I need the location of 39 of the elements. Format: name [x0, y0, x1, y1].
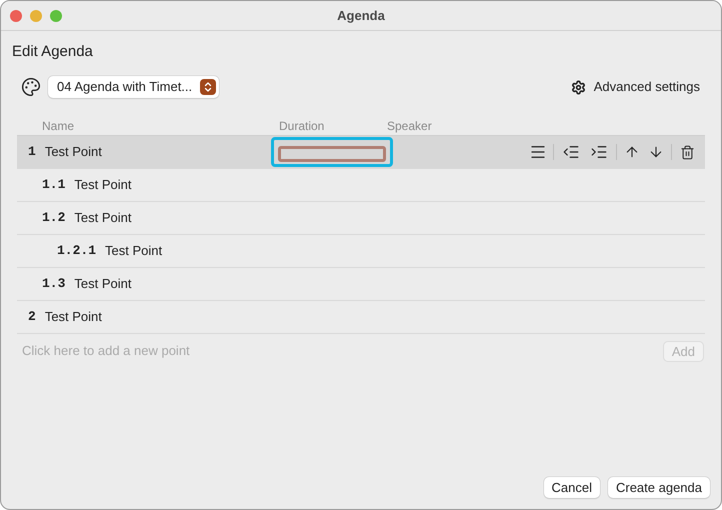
point-number: 2	[28, 308, 36, 326]
column-header: Name	[42, 118, 76, 135]
agenda-row[interactable]: 1.3 Test Point	[17, 268, 705, 301]
move-up-icon[interactable]	[624, 144, 640, 160]
point-name: Test Point	[44, 308, 102, 326]
agenda-row[interactable]: 1.2.1 Test Point	[17, 235, 705, 268]
point-name: Test Point	[74, 209, 132, 228]
point-name: Test Point	[74, 275, 132, 294]
point-number: 1	[28, 143, 36, 162]
duration-field[interactable]	[271, 137, 393, 167]
agenda-row[interactable]: 1.1 Test Point	[17, 169, 705, 202]
point-number: 1.2	[42, 209, 66, 228]
dialog-button[interactable]: Create agenda	[608, 477, 710, 498]
indent-icon[interactable]	[590, 143, 608, 161]
point-number: 1.2.1	[57, 242, 96, 260]
dialog-heading: Edit Agenda	[12, 43, 93, 60]
column-header: Speaker	[387, 118, 432, 135]
settings-icon	[570, 80, 586, 94]
point-name: Test Point	[44, 143, 102, 162]
delete-icon[interactable]	[680, 144, 695, 160]
stepper-icon	[200, 79, 216, 95]
column-header: Duration	[279, 118, 326, 135]
advanced-settings-button[interactable]: Advanced settings	[570, 77, 701, 97]
agenda-row[interactable]: 2 Test Point	[17, 301, 705, 334]
point-number: 1.1	[42, 176, 66, 194]
template-dropdown[interactable]: 04 Agenda with Timet...	[48, 76, 220, 98]
move-down-icon[interactable]	[648, 144, 664, 160]
outdent-icon[interactable]	[562, 143, 580, 161]
dialog-button[interactable]: Cancel	[544, 477, 600, 498]
new-point-field[interactable]: Click here to add a new point	[22, 341, 663, 361]
point-number: 1.3	[42, 275, 66, 294]
point-name: Test Point	[74, 176, 132, 194]
palette-icon	[21, 77, 41, 97]
drag-handle-icon[interactable]	[529, 143, 547, 161]
agenda-row[interactable]: 1 Test Point	[17, 136, 705, 169]
point-name: Test Point	[105, 242, 162, 260]
agenda-row[interactable]: 1.2 Test Point	[17, 202, 705, 235]
close-button[interactable]	[10, 10, 22, 22]
window-title: Agenda	[337, 6, 385, 25]
